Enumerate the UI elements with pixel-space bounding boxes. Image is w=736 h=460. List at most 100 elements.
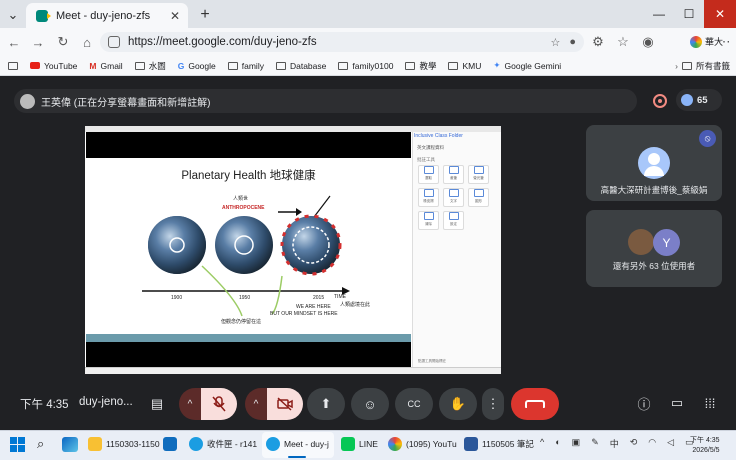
captions-button[interactable]: CC (395, 388, 433, 420)
tab-meet[interactable]: Meet - duy-jeno-zfs ✕ (26, 3, 188, 28)
reactions-button[interactable]: ☺ (351, 388, 389, 420)
profile-avatar-icon[interactable]: ◉ (640, 34, 656, 50)
close-window-button[interactable]: ✕ (704, 0, 736, 28)
bookmark-shuitu[interactable]: 水圖 (134, 60, 166, 72)
reload-icon[interactable]: ↻ (55, 34, 71, 50)
clock-time: 下午 4:35 (690, 437, 720, 444)
panel-tool[interactable]: 圖形 (468, 188, 489, 207)
bookmark-teaching[interactable]: 教學 (405, 60, 436, 72)
minimize-button[interactable]: — (644, 0, 674, 28)
leave-call-button[interactable] (511, 388, 559, 420)
panel-tool[interactable]: 橡皮擦 (418, 188, 439, 207)
tray-app-icon[interactable]: ▣ (572, 437, 581, 450)
maximize-button[interactable]: ☐ (674, 0, 704, 28)
panel-title: Inclusive Class Folder (414, 133, 463, 139)
address-bar[interactable]: https://meet.google.com/duy-jeno-zfs ☆ ● (100, 32, 584, 52)
taskbar-item-outlook[interactable] (163, 437, 177, 451)
taskbar-label: (1095) YouTu (406, 439, 457, 449)
taskbar-item-line[interactable]: LINE (341, 437, 378, 451)
meeting-details-icon[interactable]: ▤ (146, 393, 168, 415)
tray-app-icon[interactable]: ◐ (555, 437, 560, 450)
taskbar-label: 收件匣 - r141 (207, 439, 258, 449)
panel-tool[interactable]: 清除 (418, 211, 439, 230)
bookmark-family0100[interactable]: family0100 (338, 61, 393, 71)
ime-indicator[interactable]: 中 (610, 437, 619, 450)
search-icon[interactable]: ⌕ (37, 436, 44, 452)
camera-toggle-button[interactable] (267, 388, 303, 420)
favorites-icon[interactable]: ☆ (615, 34, 631, 50)
menu-icon[interactable]: ⋯ (716, 34, 732, 50)
back-icon[interactable]: ← (6, 34, 22, 50)
volume-icon[interactable]: ◁ (667, 437, 674, 450)
folder-icon (88, 437, 102, 451)
mic-icon[interactable]: ● (569, 36, 576, 49)
gemini-icon (690, 35, 702, 48)
bookmark-kmu[interactable]: KMU (448, 61, 481, 71)
recording-icon[interactable] (650, 91, 670, 111)
close-tab-icon[interactable]: ✕ (170, 9, 180, 23)
present-screen-button[interactable]: ⬆ (307, 388, 345, 420)
site-info-icon[interactable] (108, 36, 120, 48)
bookmark-google[interactable]: G Google (178, 61, 216, 71)
taskbar-clock[interactable]: 下午 4:35 2026/5/5 (690, 436, 720, 456)
emoji-icon: ☺ (363, 396, 377, 412)
wifi-icon[interactable]: ◠ (648, 437, 656, 450)
chevron-up-icon[interactable]: ^ (540, 437, 544, 450)
bookmark-database[interactable]: Database (275, 60, 327, 71)
tray-app-icon[interactable]: ⟲ (630, 437, 638, 450)
bookmark-family[interactable]: family (227, 61, 264, 71)
avatar (628, 229, 654, 255)
folder-icon (338, 61, 349, 70)
others-count-label: 還有另外 63 位使用者 (612, 261, 696, 271)
participants-button[interactable]: 65 (676, 89, 722, 111)
taskbar-item-notes[interactable]: 1150505 筆記 (464, 437, 534, 451)
chat-icon[interactable]: ▭ (666, 392, 688, 414)
panel-tool[interactable]: 設定 (443, 211, 464, 230)
panel-tool[interactable]: 畫筆 (443, 165, 464, 184)
shared-window-statusbar (85, 367, 501, 374)
extensions-icon[interactable]: ⚙ (590, 34, 606, 50)
panel-tool[interactable]: 文字 (443, 188, 464, 207)
panel-tool[interactable]: 選取 (418, 165, 439, 184)
all-bookmarks[interactable]: › 所有書籤 (675, 60, 730, 72)
taskbar-item-edge-mail[interactable]: 收件匣 - r141 (189, 437, 257, 451)
taskbar-item-youtube[interactable]: (1095) YouTu (388, 437, 457, 451)
tab-title: Meet - duy-jeno-zfs (56, 9, 151, 22)
mic-toggle-button[interactable] (201, 388, 237, 420)
meeting-code[interactable]: duy-jeno... (79, 396, 133, 408)
forward-icon[interactable]: → (30, 34, 46, 50)
bookmark-label: Database (289, 60, 327, 71)
others-tile[interactable]: Y (586, 210, 722, 287)
mic-off-icon (212, 396, 226, 412)
more-options-button[interactable]: ⋮ (482, 388, 504, 420)
bookmark-youtube[interactable]: YouTube (30, 61, 77, 71)
taskbar-item-folder[interactable]: 1150303-1150 (88, 437, 160, 451)
bookmark-star-icon[interactable]: ☆ (550, 36, 560, 49)
participant-name: 高醫大深研計畫博後_蔡級娟 (600, 185, 708, 195)
activities-grid-icon[interactable]: ⁞⁞⁞ (699, 392, 721, 414)
present-icon: ⬆ (320, 396, 332, 411)
home-icon[interactable]: ⌂ (79, 34, 95, 50)
mindset-label: BUT OUR MINDSET IS HERE (270, 311, 338, 317)
windows-start-icon[interactable] (10, 437, 25, 452)
taskbar-item-meet[interactable]: Meet - duy-j (266, 437, 329, 451)
bookmark-gemini[interactable]: ✦ Google Gemini (493, 60, 561, 71)
task-view-icon[interactable] (62, 437, 78, 452)
green-curve (271, 275, 283, 315)
raise-hand-button[interactable]: ✋ (439, 388, 477, 420)
outlook-icon (163, 437, 177, 451)
new-tab-button[interactable]: + (196, 6, 214, 24)
tray-app-icon[interactable]: ✎ (591, 437, 599, 450)
folder-icon (405, 61, 416, 70)
google-icon: G (177, 60, 185, 71)
bookmarks-app-icon[interactable] (8, 61, 18, 70)
panel-tool[interactable]: 螢光筆 (468, 165, 489, 184)
info-icon[interactable]: ⓘ (633, 392, 655, 414)
tab-list-chevron-icon[interactable]: ⌄ (4, 6, 22, 24)
panel-section: 批註工具 (417, 157, 435, 162)
bookmark-label: 水圖 (148, 60, 166, 71)
bookmark-gmail[interactable]: M Gmail (89, 61, 122, 71)
taskbar-label: Meet - duy-j (284, 439, 329, 449)
camera-off-icon (277, 397, 293, 411)
bookmark-label: Google Gemini (504, 60, 562, 71)
